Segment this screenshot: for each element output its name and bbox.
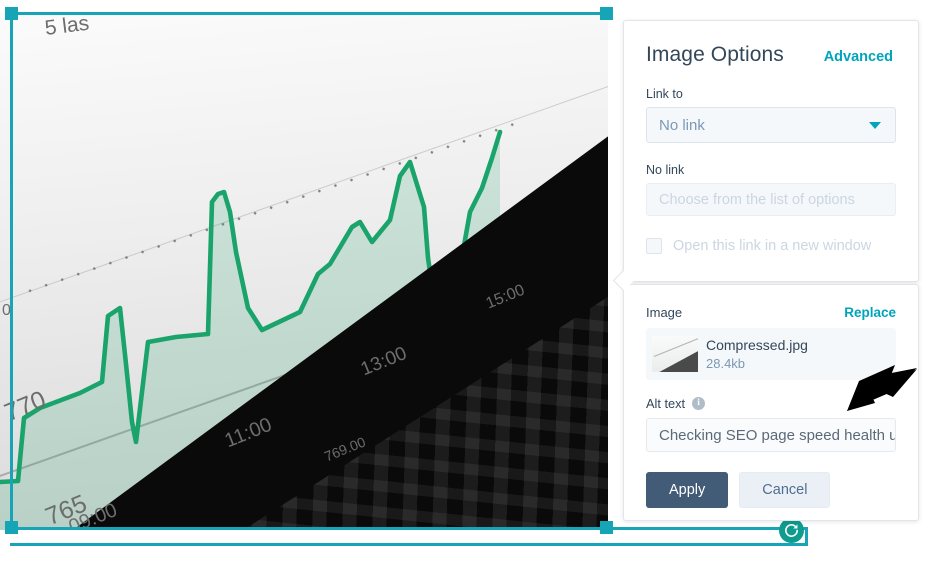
alt-text-label: Alt text <box>646 396 686 411</box>
link-to-selected-value: No link <box>659 116 705 134</box>
rotate-icon <box>785 524 798 537</box>
cancel-button[interactable]: Cancel <box>739 472 831 508</box>
link-type-label: No link <box>646 163 685 177</box>
panel-actions: Apply Cancel <box>624 472 918 508</box>
image-details-panel: Image Replace Compressed.jpg 28.4kb Alt … <box>623 284 919 521</box>
alt-text-header: Alt text i <box>624 396 918 411</box>
photo-background: 5 las 770 765 09:00 11:00 13:00 15:00 769.00 0 <box>0 12 608 530</box>
panel-header: Image Options Advanced <box>624 21 918 67</box>
file-name: Compressed.jpg <box>706 336 808 353</box>
link-to-label: Link to <box>646 87 683 101</box>
link-options-input[interactable]: Choose from the list of options <box>646 183 896 216</box>
image-thumbnail-icon <box>652 336 698 372</box>
selected-image-canvas[interactable]: 5 las 770 765 09:00 11:00 13:00 15:00 769.00 0 <box>0 12 608 530</box>
resize-handle-top-left[interactable] <box>5 7 18 20</box>
replace-link[interactable]: Replace <box>844 305 896 320</box>
file-meta: Compressed.jpg 28.4kb <box>706 336 808 372</box>
new-window-label: Open this link in a new window <box>673 238 872 254</box>
selection-border-left[interactable] <box>10 12 13 530</box>
selection-border-right[interactable] <box>805 527 808 545</box>
file-size: 28.4kb <box>706 355 746 371</box>
image-editor-screen: 5 las 770 765 09:00 11:00 13:00 15:00 769.00 0 I… <box>0 0 930 567</box>
advanced-link[interactable]: Advanced <box>824 49 893 65</box>
page-title: Image Options <box>646 43 784 66</box>
rotate-handle[interactable] <box>779 518 804 543</box>
selection-border-top[interactable] <box>10 12 608 15</box>
selection-border-bottom-outer[interactable] <box>10 543 808 546</box>
new-window-checkbox[interactable] <box>646 238 662 254</box>
resize-handle-bottom-right[interactable] <box>600 521 613 534</box>
apply-button[interactable]: Apply <box>646 472 729 508</box>
alt-text-input[interactable]: Checking SEO page speed health us <box>646 418 896 452</box>
file-card[interactable]: Compressed.jpg 28.4kb <box>646 328 896 380</box>
info-icon[interactable]: i <box>692 397 706 410</box>
selection-border-bottom[interactable] <box>10 527 808 530</box>
image-section-header: Image Replace <box>624 285 918 320</box>
new-window-row[interactable]: Open this link in a new window <box>624 238 918 254</box>
resize-handle-top-right[interactable] <box>600 7 613 20</box>
resize-handle-bottom-left[interactable] <box>5 521 18 534</box>
chevron-down-icon <box>869 122 881 129</box>
image-options-panel: Image Options Advanced Link to No link N… <box>612 20 919 292</box>
image-section-label: Image <box>646 305 683 320</box>
link-to-select[interactable]: No link <box>646 107 896 143</box>
